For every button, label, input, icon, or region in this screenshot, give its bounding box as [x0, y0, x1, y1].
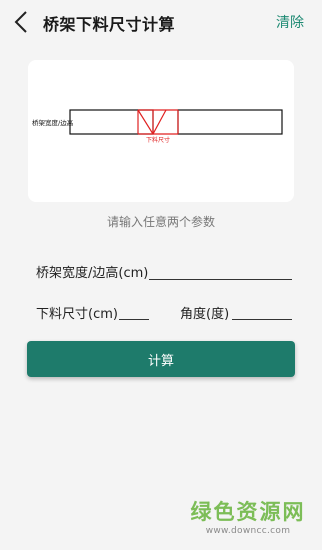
tray-right-section: [177, 109, 283, 135]
diagram-cut-label: 下料尺寸: [146, 136, 170, 144]
angle-label: 角度(度): [180, 307, 230, 322]
app-header: 桥架下料尺寸计算 清除: [0, 0, 322, 44]
input-hint: 请输入任意两个参数: [106, 215, 215, 229]
width-input[interactable]: [149, 260, 292, 280]
watermark: 绿色资源网 www.downcc.com: [188, 496, 308, 536]
page-title: 桥架下料尺寸计算: [43, 15, 176, 34]
width-label: 桥架宽度/边高(cm): [36, 266, 149, 281]
back-arrow-icon[interactable]: [10, 9, 34, 35]
clear-button[interactable]: 清除: [276, 12, 304, 32]
watermark-url: www.downcc.com: [205, 526, 291, 536]
cut-size-input[interactable]: [119, 300, 149, 320]
calculate-button[interactable]: 计算: [27, 341, 295, 377]
diagram-width-label: 桥架宽度/边高: [32, 118, 74, 127]
angle-input[interactable]: [232, 300, 292, 320]
cable-tray-diagram: 桥架宽度/边高 下料尺寸: [32, 109, 283, 144]
watermark-title: 绿色资源网: [190, 500, 306, 524]
cut-size-label: 下料尺寸(cm): [36, 307, 118, 322]
cut-area: [137, 109, 179, 135]
diagram-card: 桥架宽度/边高 下料尺寸: [28, 60, 294, 202]
